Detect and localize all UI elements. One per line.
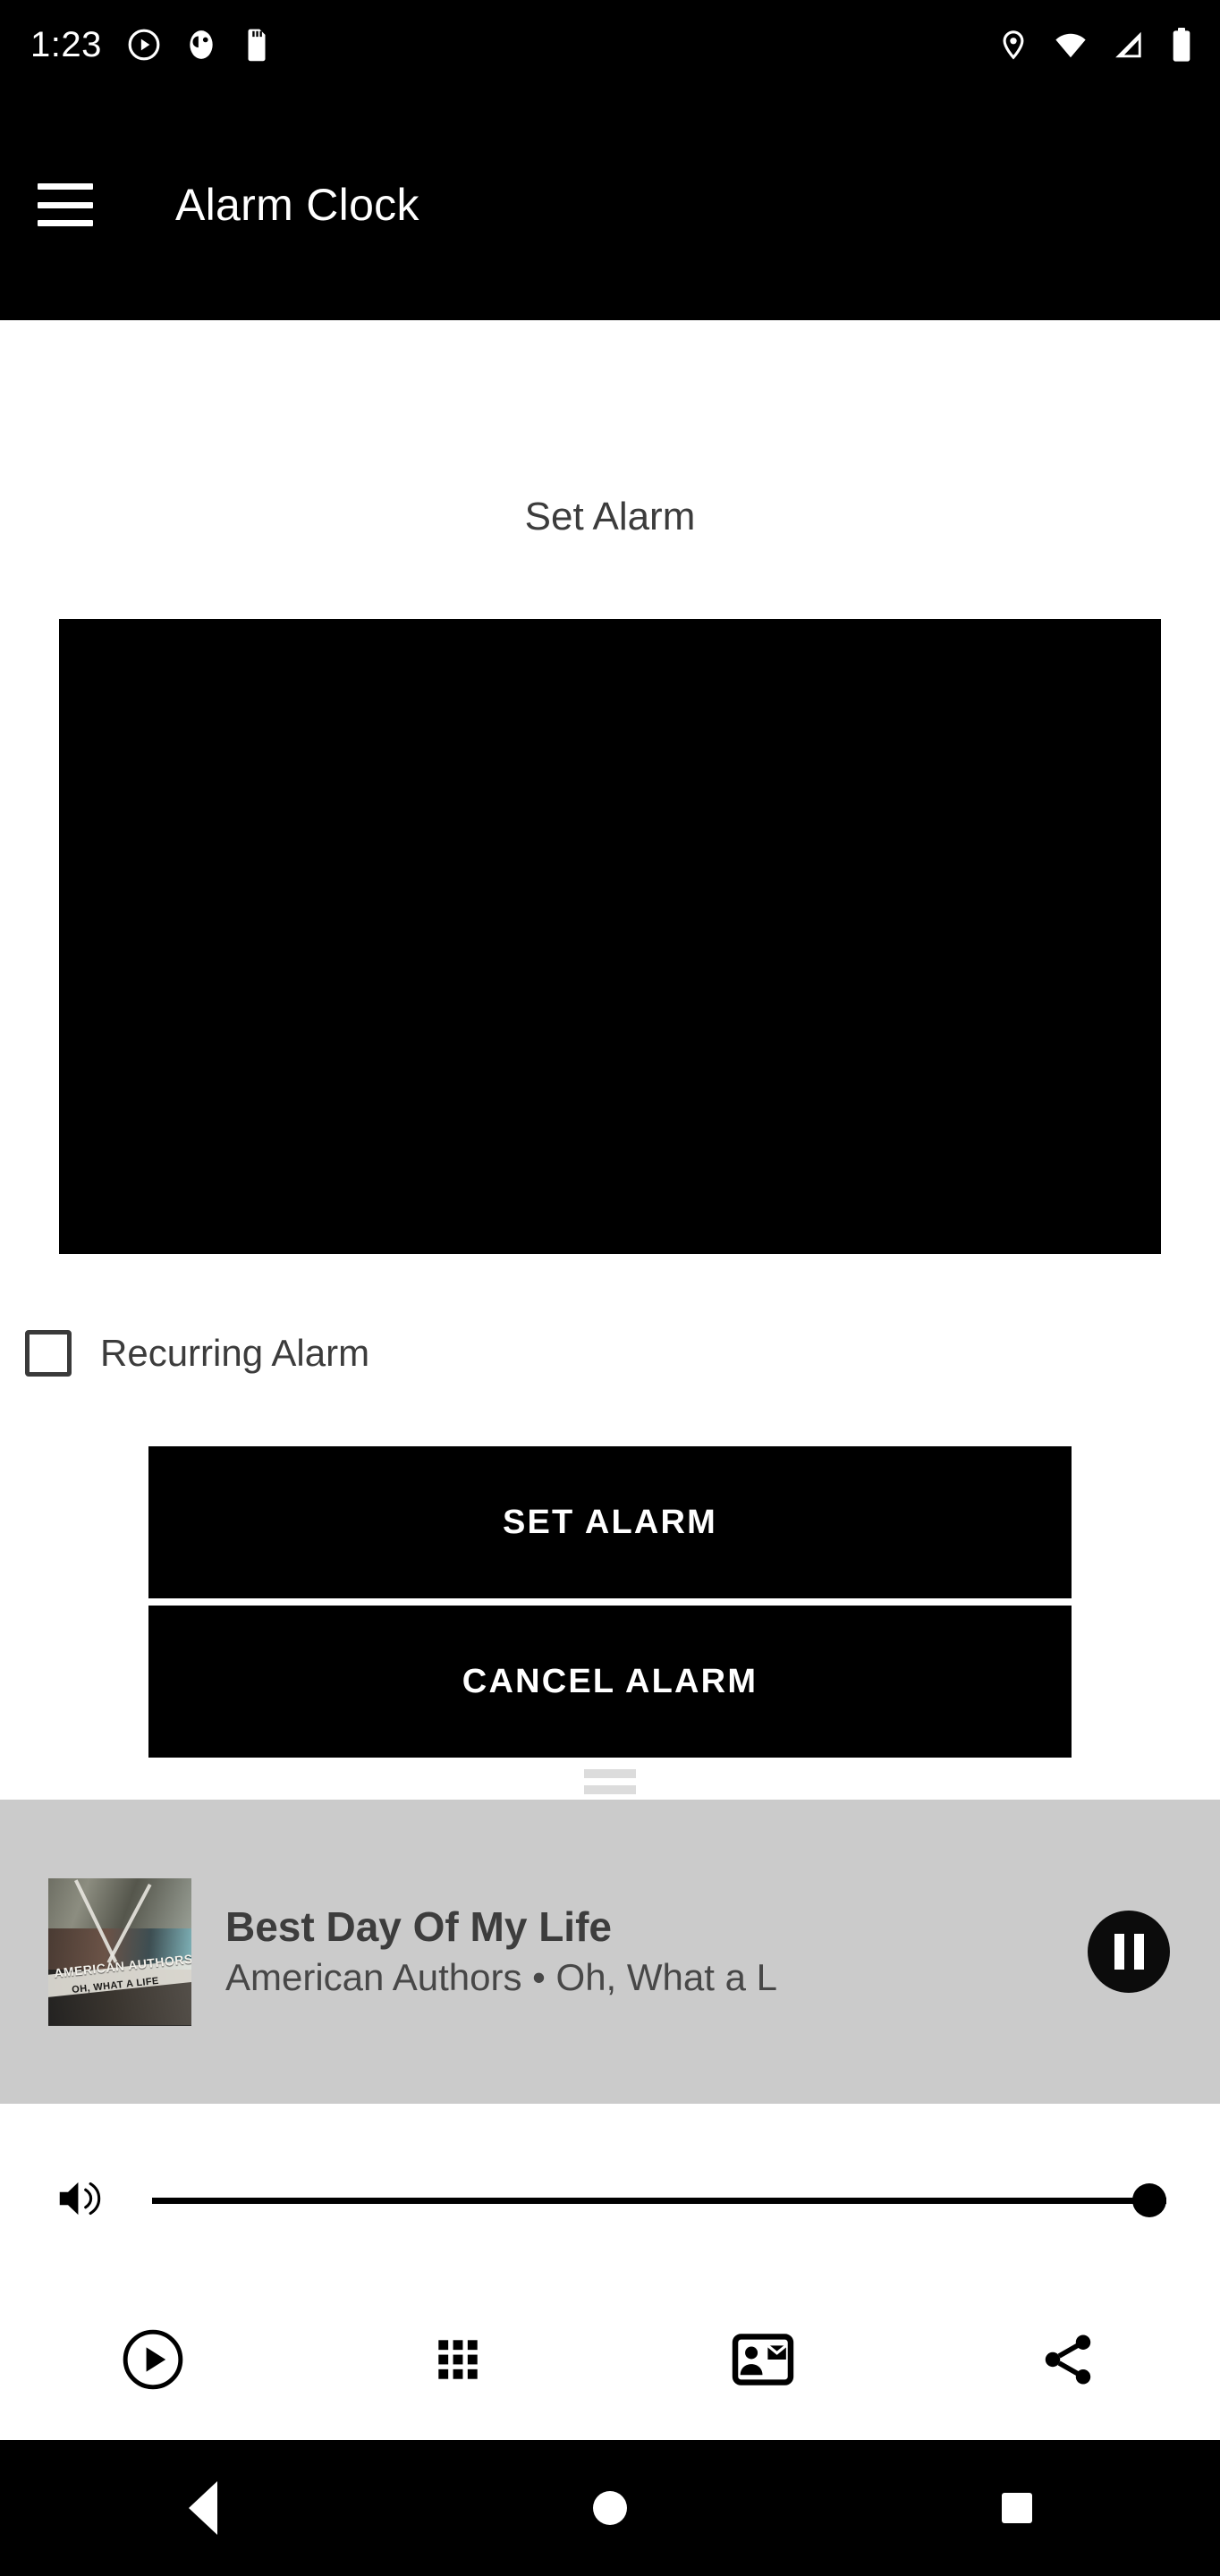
back-glyph <box>189 2481 218 2535</box>
recurring-alarm-row[interactable]: Recurring Alarm <box>0 1330 1220 1377</box>
cellular-signal-icon <box>1113 28 1147 62</box>
pause-bar <box>1133 1934 1144 1970</box>
play-circle-icon[interactable] <box>0 2326 305 2393</box>
phone-screen: 1:23 Alarm Clock Set Alarm Recurring Ala… <box>0 0 1220 2576</box>
media-player-panel[interactable]: AMERICAN AUTHORS OH, WHAT A LIFE Best Da… <box>0 1800 1220 2104</box>
time-picker[interactable] <box>59 619 1161 1254</box>
set-alarm-button[interactable]: SET ALARM <box>148 1446 1072 1598</box>
volume-slider-thumb[interactable] <box>1132 2183 1166 2217</box>
location-pin-icon <box>998 28 1029 62</box>
hamburger-bar <box>38 220 93 226</box>
status-left-icons <box>127 28 272 62</box>
play-circle-icon <box>127 28 161 62</box>
page-title: Alarm Clock <box>175 180 419 230</box>
media-text-block: Best Day Of My Life American Authors • O… <box>225 1904 1057 1999</box>
home-circle-icon[interactable] <box>407 2491 814 2525</box>
hamburger-menu-icon[interactable] <box>38 183 93 226</box>
status-bar: 1:23 <box>0 0 1220 89</box>
pause-icon[interactable] <box>1088 1911 1170 1993</box>
share-icon[interactable] <box>915 2329 1220 2390</box>
alarm-button-group: SET ALARM CANCEL ALARM <box>0 1446 1220 1758</box>
app-bar: Alarm Clock <box>0 89 1220 320</box>
home-glyph <box>593 2491 627 2525</box>
back-triangle-icon[interactable] <box>0 2481 407 2535</box>
drag-handle-icon[interactable] <box>0 1769 1220 1794</box>
main-content: Set Alarm Recurring Alarm SET ALARM CANC… <box>0 320 1220 1814</box>
recurring-alarm-checkbox[interactable] <box>25 1330 72 1377</box>
section-title: Set Alarm <box>524 495 696 538</box>
volume-up-icon[interactable] <box>50 2171 111 2231</box>
sd-card-icon <box>241 28 272 62</box>
drag-handle-bar <box>584 1785 636 1794</box>
system-nav-bar <box>0 2440 1220 2576</box>
pause-bar <box>1114 1934 1124 1970</box>
status-clock: 1:23 <box>30 25 102 64</box>
volume-slider-track <box>152 2197 1166 2204</box>
recents-glyph <box>1001 2493 1032 2523</box>
album-art-layer <box>48 1877 191 1935</box>
album-art: AMERICAN AUTHORS OH, WHAT A LIFE <box>48 1877 191 2026</box>
media-track-title: Best Day Of My Life <box>225 1904 612 1951</box>
wifi-icon <box>1052 28 1089 62</box>
volume-slider[interactable] <box>152 2174 1166 2227</box>
hamburger-bar <box>38 201 93 208</box>
drag-handle-bar <box>584 1769 636 1778</box>
app-badge-icon <box>184 28 218 62</box>
recurring-alarm-label: Recurring Alarm <box>100 1332 370 1374</box>
volume-row <box>0 2138 1220 2263</box>
battery-icon <box>1170 27 1193 63</box>
apps-grid-icon[interactable] <box>305 2332 610 2387</box>
hamburger-bar <box>38 183 93 190</box>
contact-mail-icon[interactable] <box>610 2332 915 2387</box>
recents-square-icon[interactable] <box>813 2493 1220 2523</box>
media-track-subtitle: American Authors • Oh, What a L <box>225 1955 777 1998</box>
cancel-alarm-button[interactable]: CANCEL ALARM <box>148 1606 1072 1758</box>
bottom-icon-row <box>0 2279 1220 2440</box>
status-right-icons <box>998 27 1193 63</box>
